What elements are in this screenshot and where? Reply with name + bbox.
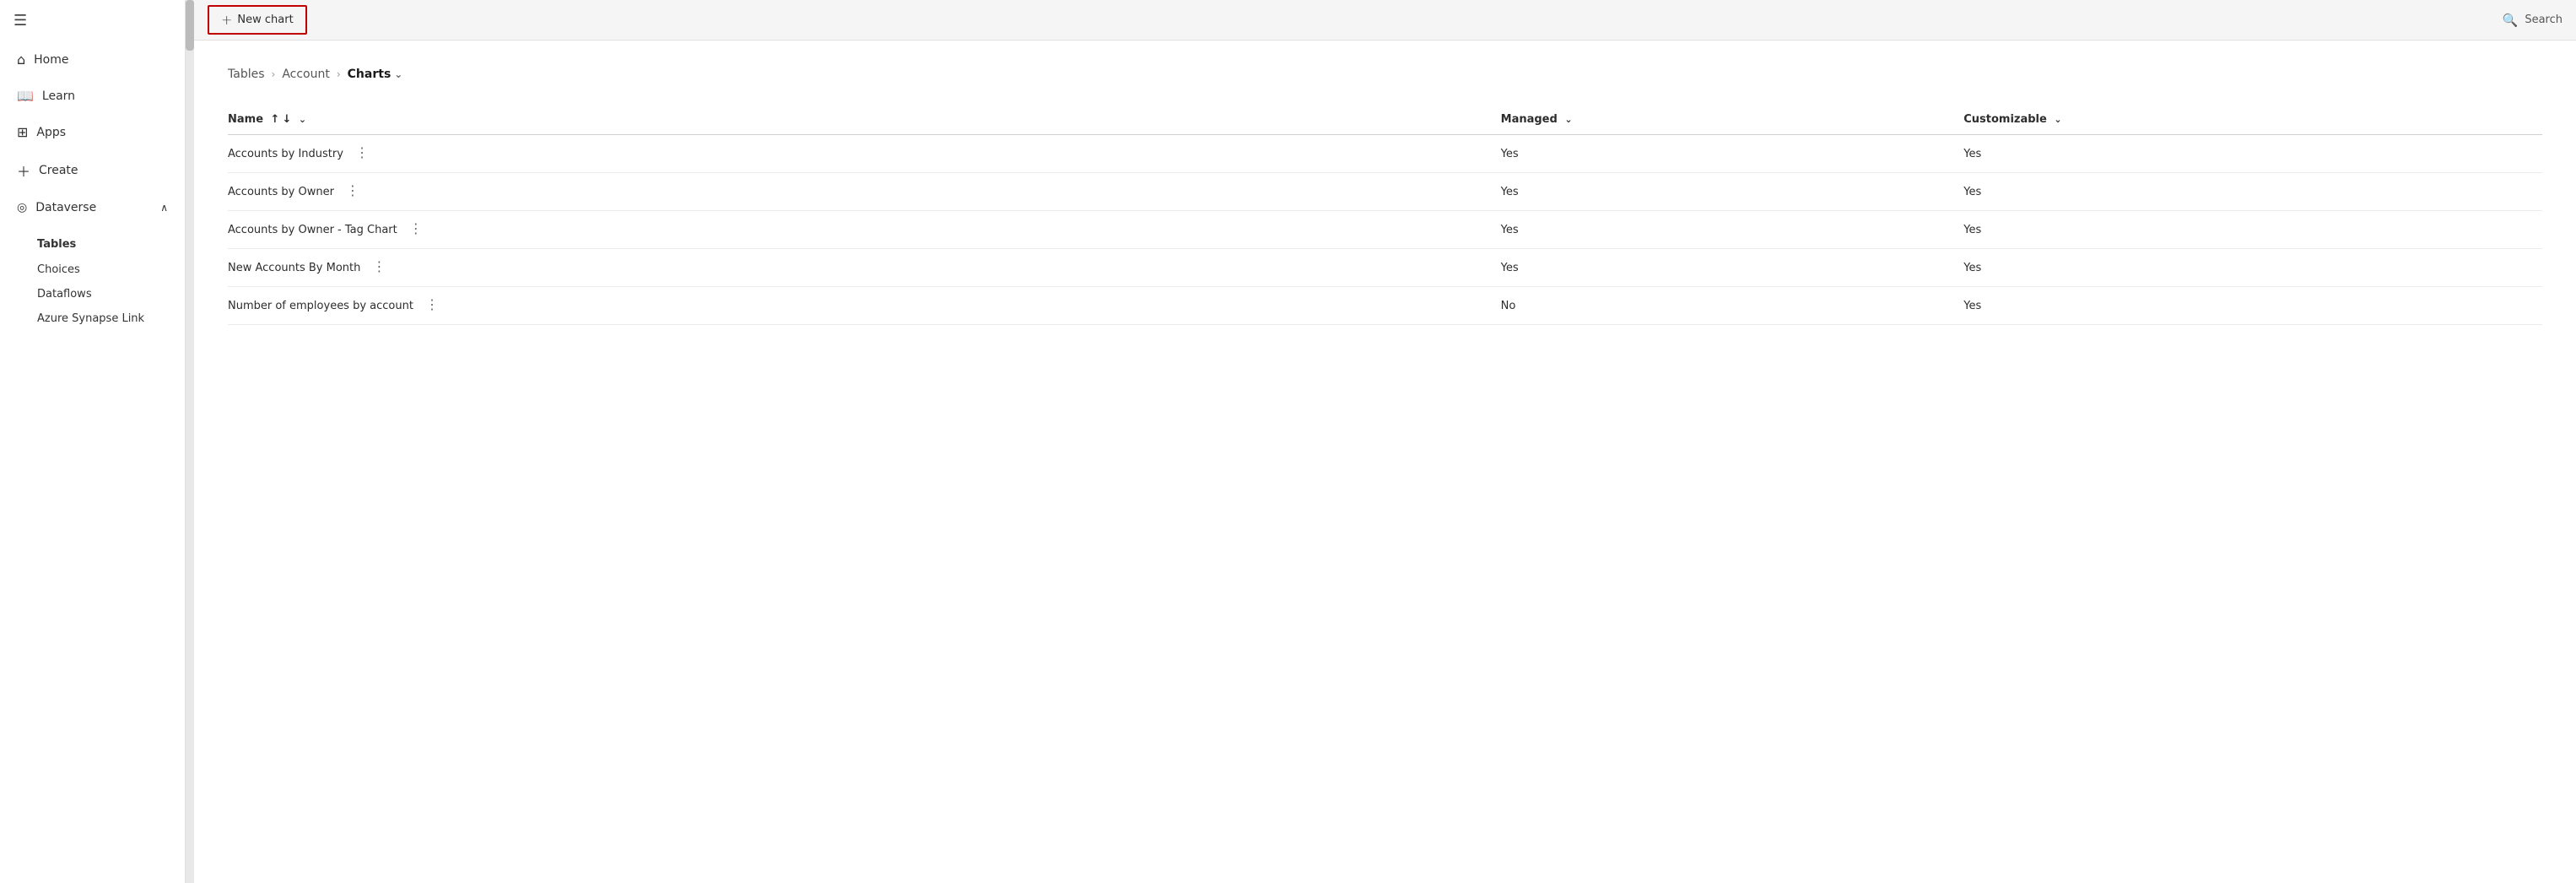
cell-managed-2: Yes [1501,211,1964,249]
chevron-up-icon: ∧ [160,202,168,214]
breadcrumb: Tables › Account › Charts ⌄ [228,68,2542,81]
row-menu-button[interactable]: ⋮ [420,297,445,314]
apps-icon: ⊞ [17,124,28,140]
row-name-label: Accounts by Industry [228,148,343,160]
scrollbar-thumb[interactable] [186,0,194,51]
sidebar-item-label: Home [34,53,68,67]
row-name-label: New Accounts By Month [228,262,360,274]
sidebar-item-label: Apps [36,126,66,139]
breadcrumb-sep-2: › [337,68,341,80]
table-row: New Accounts By Month ⋮ YesYes [228,249,2542,287]
table-row: Number of employees by account ⋮ NoYes [228,287,2542,325]
cell-managed-3: Yes [1501,249,1964,287]
row-menu-button[interactable]: ⋮ [350,145,375,162]
col-header-customizable: Customizable ⌄ [1963,105,2542,135]
new-chart-button[interactable]: + New chart [208,5,307,35]
charts-table: Name ↑ ↓ ⌄ Managed ⌄ Customizable ⌄ [228,105,2542,325]
sidebar-item-azure-synapse[interactable]: Azure Synapse Link [37,306,185,331]
cell-managed-1: Yes [1501,173,1964,211]
search-label: Search [2525,14,2562,26]
content-area: Tables › Account › Charts ⌄ Name ↑ ↓ [194,41,2576,883]
toolbar-left: + New chart [208,5,307,35]
search-area[interactable]: 🔍 Search [2503,13,2562,28]
filter-customizable-icon[interactable]: ⌄ [2054,114,2061,125]
sort-down-icon: ↓ [282,113,291,126]
filter-name-icon[interactable]: ⌄ [299,114,306,125]
breadcrumb-current-label: Charts [348,68,392,81]
cell-name-4: Number of employees by account ⋮ [228,287,1501,325]
sidebar-item-label: Learn [42,89,75,103]
sidebar-dataverse-submenu: Tables Choices Dataflows Azure Synapse L… [0,225,185,334]
hamburger-menu[interactable]: ☰ [0,0,185,41]
cell-customizable-0: Yes [1963,135,2542,173]
col-header-managed: Managed ⌄ [1501,105,1964,135]
plus-icon: + [221,12,232,28]
table-row: Accounts by Industry ⋮ YesYes [228,135,2542,173]
table-row: Accounts by Owner ⋮ YesYes [228,173,2542,211]
cell-name-3: New Accounts By Month ⋮ [228,249,1501,287]
home-icon: ⌂ [17,51,25,68]
col-header-name: Name ↑ ↓ ⌄ [228,105,1501,135]
filter-managed-icon[interactable]: ⌄ [1564,114,1572,125]
cell-name-2: Accounts by Owner - Tag Chart ⋮ [228,211,1501,249]
cell-name-0: Accounts by Industry ⋮ [228,135,1501,173]
sidebar-item-home[interactable]: ⌂ Home [3,43,181,76]
create-icon: ＋ [17,160,30,181]
breadcrumb-account[interactable]: Account [282,68,330,81]
row-name-label: Number of employees by account [228,300,413,312]
sidebar-item-label: Dataverse [35,201,96,214]
sidebar-item-learn[interactable]: 📖 Learn [3,79,181,112]
breadcrumb-tables[interactable]: Tables [228,68,265,81]
sidebar-scrollbar[interactable] [186,0,194,883]
row-name-label: Accounts by Owner - Tag Chart [228,224,397,236]
sidebar-item-dataverse[interactable]: ◎ Dataverse ∧ [3,192,181,223]
cell-customizable-3: Yes [1963,249,2542,287]
row-name-label: Accounts by Owner [228,186,334,198]
main-wrapper: + New chart 🔍 Search Tables › Account › … [194,0,2576,883]
sidebar-item-choices[interactable]: Choices [37,257,185,282]
search-icon: 🔍 [2503,13,2519,28]
sort-icons-name[interactable]: ↑ ↓ [271,113,292,126]
sidebar-item-tables[interactable]: Tables [37,231,185,257]
cell-name-1: Accounts by Owner ⋮ [228,173,1501,211]
sort-up-icon: ↑ [271,113,280,126]
cell-customizable-2: Yes [1963,211,2542,249]
sidebar-item-apps[interactable]: ⊞ Apps [3,116,181,149]
cell-customizable-4: Yes [1963,287,2542,325]
sidebar-item-create[interactable]: ＋ Create [3,152,181,189]
table-header-row: Name ↑ ↓ ⌄ Managed ⌄ Customizable ⌄ [228,105,2542,135]
book-icon: 📖 [17,88,34,104]
cell-customizable-1: Yes [1963,173,2542,211]
cell-managed-0: Yes [1501,135,1964,173]
cell-managed-4: No [1501,287,1964,325]
new-chart-label: New chart [237,14,293,26]
breadcrumb-chevron-icon[interactable]: ⌄ [394,68,402,80]
dataverse-icon: ◎ [17,201,27,214]
breadcrumb-current: Charts ⌄ [348,68,403,81]
row-menu-button[interactable]: ⋮ [367,259,392,276]
table-row: Accounts by Owner - Tag Chart ⋮ YesYes [228,211,2542,249]
sidebar: ☰ ⌂ Home 📖 Learn ⊞ Apps ＋ Create ◎ Datav… [0,0,186,883]
sidebar-item-dataflows[interactable]: Dataflows [37,282,185,306]
row-menu-button[interactable]: ⋮ [404,221,429,238]
toolbar: + New chart 🔍 Search [194,0,2576,41]
row-menu-button[interactable]: ⋮ [341,183,365,200]
breadcrumb-sep-1: › [272,68,276,80]
sidebar-item-label: Create [39,164,78,177]
